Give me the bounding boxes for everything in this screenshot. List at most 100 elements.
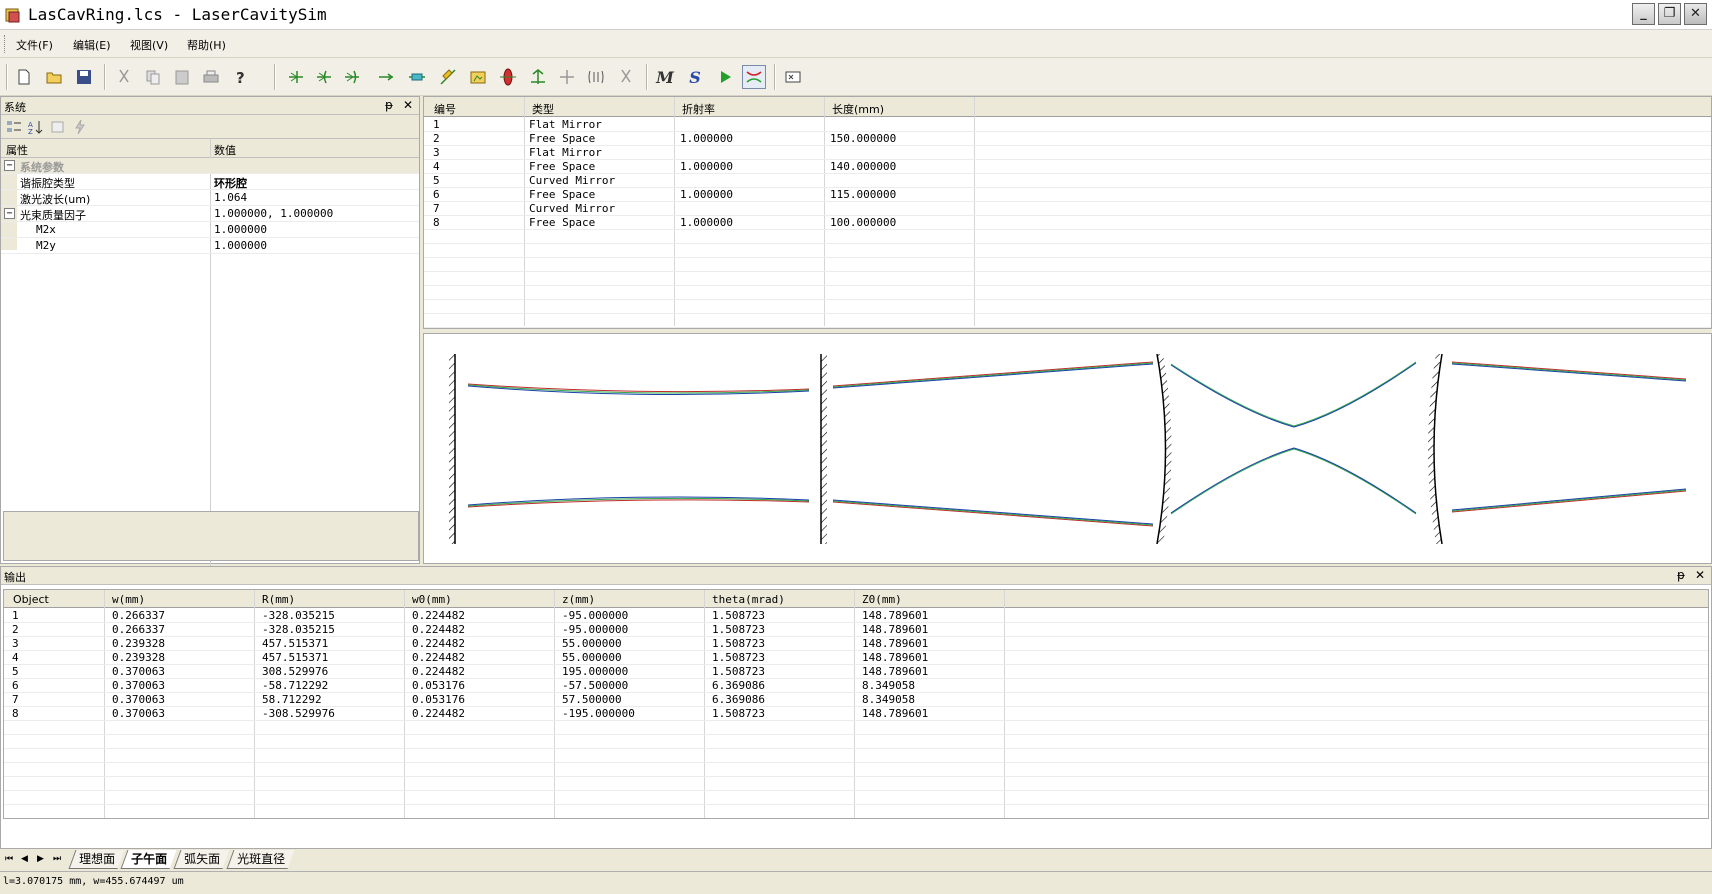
table-cell[interactable]: 1.000000 [680, 216, 733, 229]
table-cell[interactable]: 4 [12, 651, 19, 664]
table-cell[interactable]: 6 [12, 679, 19, 692]
prism-icon[interactable] [526, 65, 550, 89]
table-cell[interactable]: -328.035215 [262, 623, 335, 636]
table-cell[interactable]: 0.239328 [112, 637, 165, 650]
table-cell[interactable]: 55.000000 [562, 651, 622, 664]
table-cell[interactable]: 100.000000 [830, 216, 896, 229]
table-cell[interactable]: 0.224482 [412, 651, 465, 664]
property-value[interactable]: 1.000000 [214, 223, 267, 236]
table-cell[interactable]: 1.508723 [712, 707, 765, 720]
table-cell[interactable]: 148.789601 [862, 623, 928, 636]
column-header[interactable]: R(mm) [262, 593, 295, 606]
curved-mirror-1[interactable] [1156, 353, 1172, 545]
column-header[interactable]: Object [13, 593, 49, 606]
menu-file[interactable]: 文件(F) [16, 37, 53, 53]
property-row[interactable]: M2y 1.000000 [1, 238, 419, 254]
table-cell[interactable]: 0.053176 [412, 693, 465, 706]
table-cell[interactable]: -195.000000 [562, 707, 635, 720]
table-cell[interactable]: 150.000000 [830, 132, 896, 145]
table-cell[interactable]: 57.500000 [562, 693, 622, 706]
first-tab-icon[interactable]: ⏮ [5, 854, 13, 864]
table-cell[interactable]: 148.789601 [862, 707, 928, 720]
minimize-button[interactable]: _ [1632, 3, 1655, 25]
grating-icon[interactable] [584, 65, 608, 89]
table-cell[interactable]: 308.529976 [262, 665, 328, 678]
table-cell[interactable]: -57.500000 [562, 679, 628, 692]
view-icon[interactable] [781, 65, 805, 89]
table-cell[interactable]: Free Space [529, 216, 595, 229]
pin-icon[interactable]: ᵽ [385, 98, 393, 112]
table-cell[interactable]: 55.000000 [562, 637, 622, 650]
table-cell[interactable]: Free Space [529, 160, 595, 173]
paste-icon[interactable] [170, 65, 194, 89]
table-cell[interactable]: 0.224482 [412, 665, 465, 678]
table-cell[interactable]: 5 [12, 665, 19, 678]
last-tab-icon[interactable]: ⏭ [53, 854, 61, 864]
table-cell[interactable]: 1.508723 [712, 637, 765, 650]
table-cell[interactable]: 140.000000 [830, 160, 896, 173]
flat-mirror-1[interactable] [449, 354, 456, 544]
close-panel-icon[interactable]: ✕ [403, 98, 413, 112]
column-header[interactable]: 编号 [434, 101, 456, 117]
curved-mirror-2[interactable] [1428, 353, 1443, 545]
open-folder-icon[interactable] [42, 65, 66, 89]
aperture-icon[interactable] [466, 65, 490, 89]
column-header[interactable]: z(mm) [562, 593, 595, 606]
column-header[interactable]: Z0(mm) [862, 593, 902, 606]
table-cell[interactable]: 1 [433, 118, 440, 131]
pin-icon[interactable]: ᵽ [1677, 568, 1685, 582]
table-cell[interactable]: -58.712292 [262, 679, 328, 692]
table-cell[interactable]: 0.266337 [112, 609, 165, 622]
table-cell[interactable]: -95.000000 [562, 609, 628, 622]
run-icon[interactable] [713, 65, 737, 89]
table-cell[interactable]: 0.370063 [112, 693, 165, 706]
table-cell[interactable]: 8 [433, 216, 440, 229]
crystal-icon[interactable] [405, 65, 429, 89]
s-button[interactable]: S [683, 65, 707, 89]
beam-splitter-icon[interactable] [555, 65, 579, 89]
table-cell[interactable]: 148.789601 [862, 609, 928, 622]
help-icon[interactable]: ? [228, 65, 252, 89]
property-row[interactable]: 谐振腔类型 环形腔 [1, 174, 419, 190]
table-cell[interactable]: 1.508723 [712, 651, 765, 664]
tab-meridional-plane[interactable]: 子午面 [120, 850, 177, 869]
table-cell[interactable]: 195.000000 [562, 665, 628, 678]
property-row[interactable]: M2x 1.000000 [1, 222, 419, 238]
events-icon[interactable] [72, 119, 88, 135]
table-cell[interactable]: 1.508723 [712, 665, 765, 678]
table-cell[interactable]: 148.789601 [862, 637, 928, 650]
table-cell[interactable]: -95.000000 [562, 623, 628, 636]
categorized-icon[interactable] [6, 119, 22, 135]
table-cell[interactable]: Curved Mirror [529, 174, 615, 187]
column-header[interactable]: w(mm) [112, 593, 145, 606]
table-cell[interactable]: 148.789601 [862, 651, 928, 664]
m-matrix-button[interactable]: M [653, 65, 677, 89]
column-header[interactable]: theta(mrad) [712, 593, 785, 606]
table-cell[interactable]: 457.515371 [262, 637, 328, 650]
column-header[interactable]: w0(mm) [412, 593, 452, 606]
table-cell[interactable]: 8.349058 [862, 693, 915, 706]
gain-medium-icon[interactable] [496, 65, 520, 89]
table-cell[interactable]: 0.370063 [112, 679, 165, 692]
collapse-toggle[interactable]: − [4, 160, 15, 171]
table-cell[interactable]: 4 [433, 160, 440, 173]
table-cell[interactable]: 0.266337 [112, 623, 165, 636]
menu-edit[interactable]: 编辑(E) [73, 37, 111, 53]
table-cell[interactable]: 8 [12, 707, 19, 720]
scissors-icon[interactable] [614, 65, 638, 89]
tab-ideal-plane[interactable]: 理想面 [68, 850, 125, 869]
menu-help[interactable]: 帮助(H) [187, 37, 226, 53]
table-cell[interactable]: 0.224482 [412, 609, 465, 622]
table-cell[interactable]: 1 [12, 609, 19, 622]
save-icon[interactable] [72, 65, 96, 89]
close-panel-icon[interactable]: ✕ [1695, 568, 1705, 582]
flat-mirror-2[interactable] [820, 354, 827, 544]
prev-tab-icon[interactable]: ◀ [21, 854, 28, 864]
table-cell[interactable]: 1.000000 [680, 132, 733, 145]
table-cell[interactable]: 6 [433, 188, 440, 201]
table-cell[interactable]: 457.515371 [262, 651, 328, 664]
table-cell[interactable]: 5 [433, 174, 440, 187]
table-cell[interactable]: 0.224482 [412, 637, 465, 650]
table-cell[interactable]: 0.053176 [412, 679, 465, 692]
table-cell[interactable]: Flat Mirror [529, 146, 602, 159]
